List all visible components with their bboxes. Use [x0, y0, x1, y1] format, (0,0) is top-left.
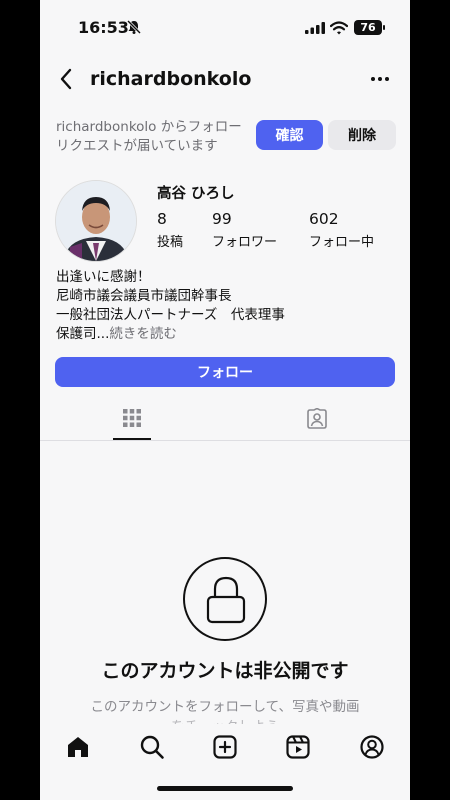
cellular-signal-icon [305, 22, 325, 34]
follow-request-text: richardbonkolo からフォローリクエストが届いています [56, 119, 242, 154]
grid-icon [123, 409, 141, 427]
avatar-photo [56, 181, 136, 261]
back-chevron-icon[interactable] [58, 67, 74, 91]
private-account-title: このアカウントは非公開です [101, 660, 349, 682]
stat-label: 投稿 [157, 235, 184, 250]
stat-value: 602 [309, 210, 339, 228]
tab-posts-grid[interactable] [113, 400, 151, 440]
bio-line: 出逢いに感謝！ [56, 269, 151, 285]
tab-tagged[interactable] [298, 400, 336, 440]
search-icon[interactable] [139, 734, 165, 760]
more-options-icon[interactable] [370, 76, 390, 82]
home-indicator [157, 786, 293, 791]
following-count[interactable]: 602 フォロー中 [309, 210, 374, 250]
status-time: 16:53 [78, 18, 129, 37]
tagged-icon [307, 408, 327, 429]
bio-line: 尼崎市議会議員市議団幹事長 [56, 288, 232, 304]
stat-value: 99 [212, 210, 232, 228]
stat-label: フォロー中 [309, 235, 375, 250]
wifi-icon [330, 21, 348, 35]
stat-value: 8 [157, 210, 167, 228]
bio-line-truncated: 保護司...続きを読む [56, 325, 396, 344]
header-username: richardbonkolo [90, 68, 252, 90]
private-lock [183, 557, 267, 641]
read-more-link[interactable]: 続きを読む [109, 326, 177, 342]
follow-button[interactable]: フォロー [55, 357, 395, 387]
home-icon[interactable] [65, 734, 91, 760]
reels-icon[interactable] [285, 734, 311, 760]
profile-tabs [40, 400, 410, 441]
followers-count[interactable]: 99 フォロワー [212, 210, 277, 250]
profile-bio: 出逢いに感謝！ 尼崎市議会議員市議団幹事長 一般社団法人パートナーズ 代表理事 … [56, 268, 396, 344]
display-name: 高谷 ひろし [157, 186, 235, 202]
stat-label: フォロワー [212, 235, 278, 250]
avatar[interactable] [55, 180, 137, 262]
confirm-request-button[interactable]: 確認 [256, 120, 323, 150]
profile-icon[interactable] [359, 734, 385, 760]
delete-request-button[interactable]: 削除 [328, 120, 396, 150]
silent-bell-icon [126, 19, 142, 35]
posts-count[interactable]: 8 投稿 [157, 210, 183, 250]
bio-truncated-text: 保護司... [56, 326, 110, 342]
lock-icon [206, 576, 246, 624]
phone-screen: 16:53 76 richardbonkolo richardbonkolo か… [40, 0, 410, 800]
status-bar: 16:53 76 [40, 14, 410, 42]
bio-line: 一般社団法人パートナーズ 代表理事 [56, 307, 285, 323]
profile-header: richardbonkolo [40, 62, 410, 96]
create-icon[interactable] [212, 734, 238, 760]
battery-indicator: 76 [354, 20, 385, 35]
follow-request-banner: richardbonkolo からフォローリクエストが届いています 確認 削除 [56, 118, 396, 158]
